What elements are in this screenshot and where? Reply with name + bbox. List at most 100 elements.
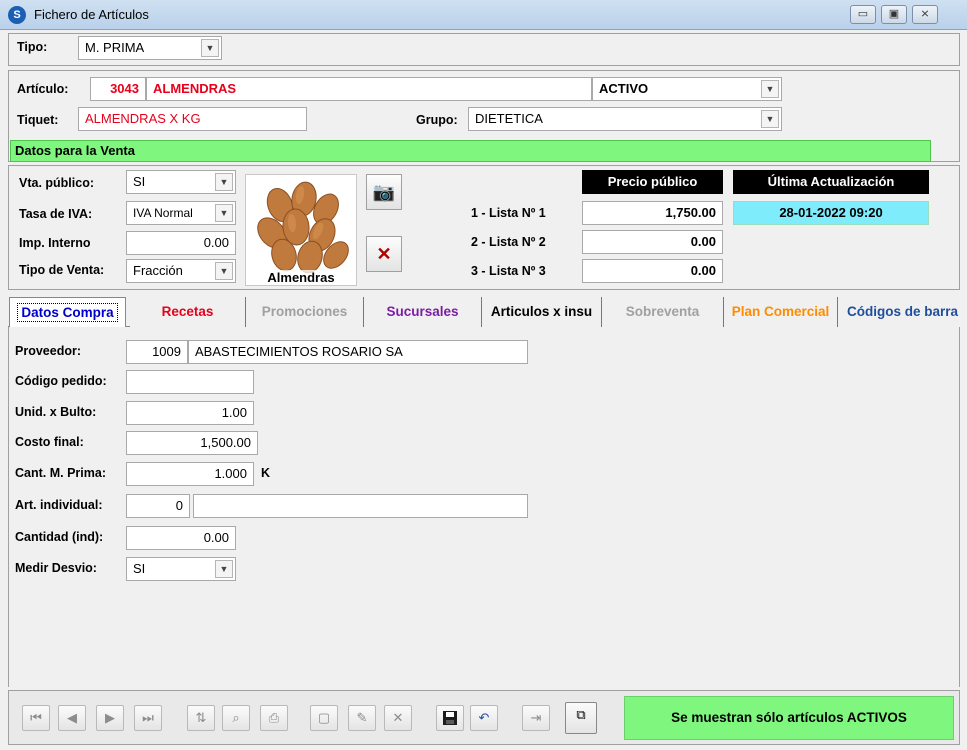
show-active-only-button[interactable]: Se muestran sólo artículos ACTIVOS: [624, 696, 954, 740]
ultima-actualizacion-header: Última Actualización: [733, 170, 929, 194]
tab-sobreventa[interactable]: Sobreventa: [602, 297, 724, 327]
tab-datos-compra[interactable]: Datos Compra: [9, 297, 126, 328]
tipo-select[interactable]: M. PRIMA ▼: [78, 36, 222, 60]
costo-final-label: Costo final:: [15, 435, 84, 449]
maximize-button[interactable]: ▣: [881, 5, 907, 24]
unid-bulto-label: Unid. x Bulto:: [15, 405, 97, 419]
sort-button[interactable]: ⇅: [187, 705, 215, 731]
tasa-iva-value: IVA Normal: [133, 206, 193, 220]
chevron-down-icon: ▼: [215, 204, 233, 222]
articulo-status-select[interactable]: ACTIVO ▼: [592, 77, 782, 101]
tab-recetas[interactable]: Recetas: [130, 297, 246, 327]
tipo-venta-label: Tipo de Venta:: [19, 263, 105, 277]
undo-button[interactable]: ↶: [470, 705, 498, 731]
codigo-pedido-label: Código pedido:: [15, 374, 107, 388]
find-button[interactable]: ⌕: [222, 705, 250, 731]
print-button[interactable]: ⎙: [260, 705, 288, 731]
exit-button[interactable]: ⇥: [522, 705, 550, 731]
tab-label: Sobreventa: [625, 304, 700, 319]
tab-sucursales[interactable]: Sucursales: [364, 297, 482, 327]
art-individual-code-field[interactable]: 0: [126, 494, 190, 518]
chevron-down-icon: ▼: [215, 262, 233, 280]
tasa-iva-label: Tasa de IVA:: [19, 207, 93, 221]
cant-mprima-label: Cant. M. Prima:: [15, 466, 106, 480]
tab-articulos-x-insumo[interactable]: Articulos x insu: [482, 297, 602, 327]
grupo-value: DIETETICA: [475, 111, 543, 126]
ultima-actualizacion-value: 28-01-2022 09:20: [733, 201, 929, 225]
camera-button[interactable]: 📷: [366, 174, 402, 210]
tiquet-field[interactable]: ALMENDRAS X KG: [78, 107, 307, 131]
tab-promociones[interactable]: Promociones: [246, 297, 364, 327]
costo-final-field[interactable]: 1,500.00: [126, 431, 258, 455]
tab-label: Datos Compra: [17, 303, 118, 322]
articulo-name-field[interactable]: ALMENDRAS: [146, 77, 592, 101]
unid-bulto-field[interactable]: 1.00: [126, 401, 254, 425]
imp-interno-label: Imp. Interno: [19, 236, 91, 250]
proveedor-name-field[interactable]: ABASTECIMIENTOS ROSARIO SA: [188, 340, 528, 364]
lista-3-field[interactable]: 0.00: [582, 259, 723, 283]
tab-plan-comercial[interactable]: Plan Comercial: [724, 297, 838, 327]
close-icon: ✕: [376, 244, 392, 264]
cant-mprima-unit: K: [261, 466, 271, 480]
last-record-button[interactable]: ⏭: [134, 705, 162, 731]
cantidad-ind-field[interactable]: 0.00: [126, 526, 236, 550]
close-button[interactable]: ⨯: [912, 5, 938, 24]
edit-button[interactable]: ✎: [348, 705, 376, 731]
lista-2-field[interactable]: 0.00: [582, 230, 723, 254]
art-individual-label: Art. individual:: [15, 498, 103, 512]
vta-publico-value: SI: [133, 174, 146, 189]
tipo-venta-value: Fracción: [133, 263, 183, 278]
grupo-label: Grupo:: [416, 113, 458, 127]
save-button[interactable]: [436, 705, 464, 731]
tab-label: Códigos de barra: [846, 304, 959, 319]
chevron-down-icon: ▼: [215, 560, 233, 578]
articulo-label: Artículo:: [17, 82, 69, 96]
delete-image-button[interactable]: ✕: [366, 236, 402, 272]
proveedor-label: Proveedor:: [15, 344, 81, 358]
precio-publico-header: Precio público: [582, 170, 723, 194]
tipo-venta-select[interactable]: Fracción ▼: [126, 259, 236, 283]
tipo-value: M. PRIMA: [85, 40, 145, 55]
cant-mprima-field[interactable]: 1.000: [126, 462, 254, 486]
medir-desvio-label: Medir Desvio:: [15, 561, 97, 575]
lista-1-label: 1 - Lista Nº 1: [471, 206, 546, 220]
app-icon: S: [8, 6, 26, 24]
delete-button[interactable]: ✕: [384, 705, 412, 731]
articulo-status-value: ACTIVO: [599, 81, 649, 96]
tab-label: Recetas: [161, 304, 214, 319]
articulo-code-field[interactable]: 3043: [90, 77, 146, 101]
new-button[interactable]: ▢: [310, 705, 338, 731]
art-individual-desc-field[interactable]: [193, 494, 528, 518]
tab-label: Plan Comercial: [731, 304, 830, 319]
chevron-down-icon: ▼: [761, 110, 779, 128]
tab-codigos-de-barra[interactable]: Códigos de barra: [838, 297, 967, 327]
chevron-down-icon: ▼: [215, 173, 233, 191]
chevron-down-icon: ▼: [761, 80, 779, 98]
grupo-select[interactable]: DIETETICA ▼: [468, 107, 782, 131]
lista-1-field[interactable]: 1,750.00: [582, 201, 723, 225]
proveedor-code-field[interactable]: 1009: [126, 340, 188, 364]
tab-label: Promociones: [261, 304, 348, 319]
codigo-pedido-field[interactable]: [126, 370, 254, 394]
previous-record-button[interactable]: ◀: [58, 705, 86, 731]
tab-label: Sucursales: [386, 304, 459, 319]
tasa-iva-select[interactable]: IVA Normal ▼: [126, 201, 236, 225]
cantidad-ind-label: Cantidad (ind):: [15, 530, 104, 544]
minimize-button[interactable]: ▭: [850, 5, 876, 24]
first-record-button[interactable]: ⏮: [22, 705, 50, 731]
window-title: Fichero de Artículos: [34, 7, 149, 22]
product-image-caption: Almendras: [246, 270, 356, 285]
copy-button[interactable]: ⧉: [565, 702, 597, 734]
medir-desvio-select[interactable]: SI ▼: [126, 557, 236, 581]
imp-interno-field[interactable]: 0.00: [126, 231, 236, 255]
chevron-down-icon: ▼: [201, 39, 219, 57]
tiquet-label: Tiquet:: [17, 113, 59, 127]
next-record-button[interactable]: ▶: [96, 705, 124, 731]
lista-3-label: 3 - Lista Nº 3: [471, 264, 546, 278]
vta-publico-select[interactable]: SI ▼: [126, 170, 236, 194]
venta-section-header: Datos para la Venta: [10, 140, 931, 162]
product-image: Almendras: [245, 174, 357, 286]
tipo-label: Tipo:: [17, 40, 48, 54]
save-icon: [443, 711, 457, 725]
medir-desvio-value: SI: [133, 561, 146, 576]
